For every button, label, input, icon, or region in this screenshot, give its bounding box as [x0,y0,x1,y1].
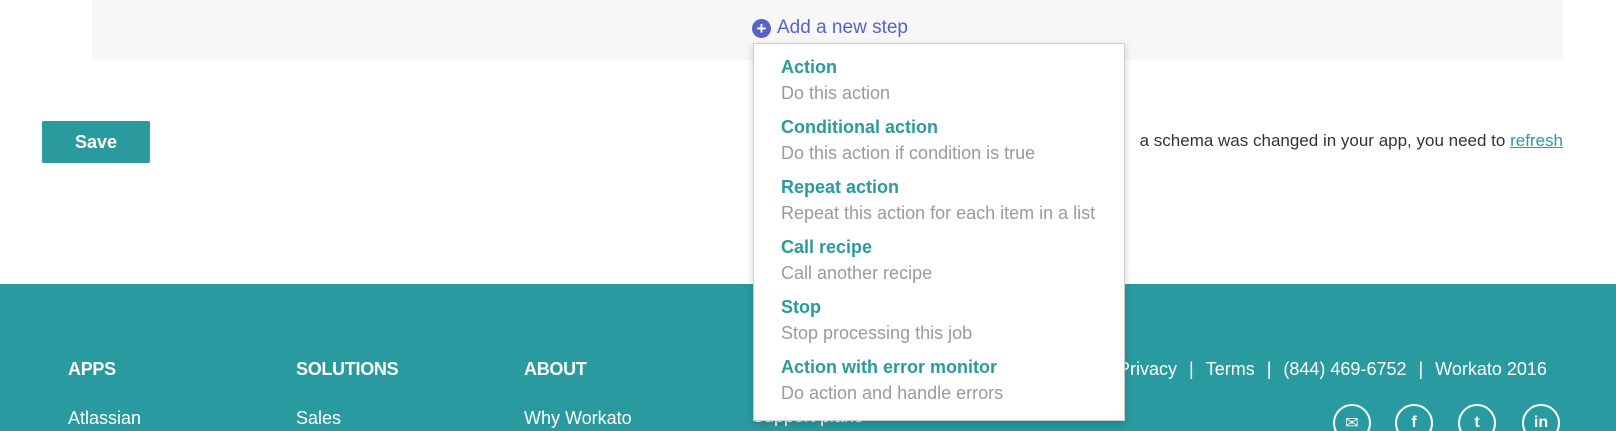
option-title: Call recipe [781,237,873,257]
save-button[interactable]: Save [42,121,150,163]
footer-column-apps: APPS Atlassian [68,359,141,429]
footer-link-sales[interactable]: Sales [296,408,398,429]
footer-heading-apps: APPS [68,359,116,379]
footer-link-atlassian[interactable]: Atlassian [68,408,141,429]
add-step-label: Add a new step [777,17,908,38]
separator: | [1418,359,1424,379]
separator: | [1266,359,1272,379]
schema-note: a schema was changed in your app, you ne… [1122,131,1563,151]
option-action-with-error-monitor[interactable]: Action with error monitor Do action and … [781,357,1003,404]
schema-note-text: a schema was changed in your app, you ne… [1139,131,1511,150]
privacy-link[interactable]: Privacy [1118,359,1177,380]
option-stop[interactable]: Stop Stop processing this job [781,297,972,344]
option-description: Do action and handle errors [781,383,1004,403]
option-title: Conditional action [781,117,938,137]
option-action[interactable]: Action Do this action [781,57,890,104]
option-title: Repeat action [781,177,900,197]
company-copyright: Workato 2016 [1435,359,1547,379]
footer-heading-about: ABOUT [524,359,587,379]
separator: | [1189,359,1194,379]
option-description: Do this action [781,83,891,103]
option-repeat-action[interactable]: Repeat action Repeat this action for eac… [781,177,1095,224]
footer-legal-links: Privacy | Terms | (844) 469-6752 | Worka… [1118,359,1547,380]
option-description: Do this action if condition is true [781,143,1036,163]
option-call-recipe[interactable]: Call recipe Call another recipe [781,237,932,284]
linkedin-icon[interactable]: in [1522,404,1560,431]
plus-circle-icon: + [752,18,771,38]
terms-link[interactable]: Terms [1206,359,1255,380]
footer-column-solutions: SOLUTIONS Sales [296,359,399,429]
email-icon[interactable]: ✉ [1333,404,1371,431]
refresh-link[interactable]: refresh [1510,131,1563,150]
option-title: Stop [781,297,821,317]
option-title: Action [781,57,837,77]
step-type-dropdown: Action Do this action Conditional action… [753,43,1125,421]
option-description: Repeat this action for each item in a li… [781,203,1096,223]
option-description: Call another recipe [781,263,933,283]
page: + Add a new step Save a schema was chang… [0,0,1616,431]
phone-number: (844) 469-6752 [1283,359,1407,379]
facebook-icon[interactable]: f [1395,404,1433,431]
option-title: Action with error monitor [781,357,997,377]
footer-column-about: ABOUT Why Workato [524,359,632,429]
twitter-icon[interactable]: t [1458,404,1496,431]
footer-heading-solutions: SOLUTIONS [296,359,399,379]
option-description: Stop processing this job [781,323,973,343]
add-step-link[interactable]: + Add a new step [752,17,908,39]
option-conditional-action[interactable]: Conditional action Do this action if con… [781,117,1035,164]
footer-link-why-workato[interactable]: Why Workato [524,408,632,429]
